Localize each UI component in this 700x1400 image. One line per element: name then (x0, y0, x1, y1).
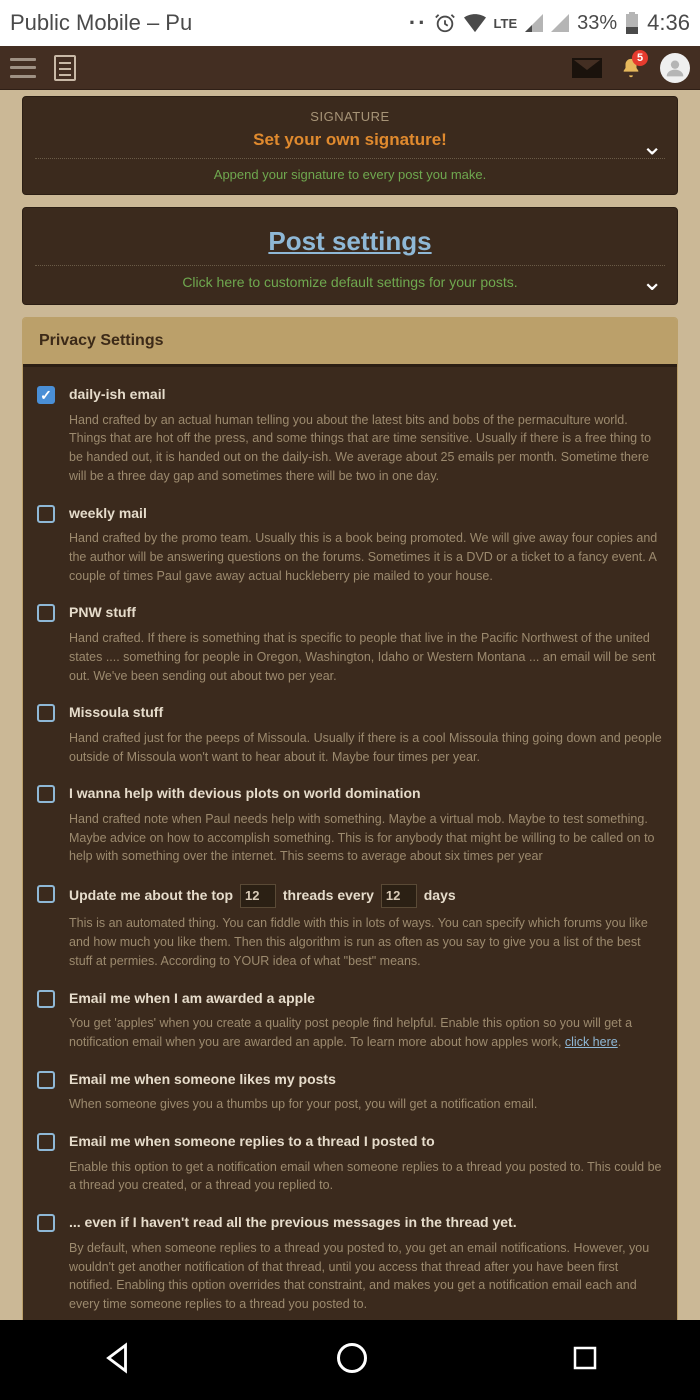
checkbox[interactable] (37, 1133, 55, 1151)
app-header: 5 (0, 46, 700, 90)
checkbox[interactable] (37, 785, 55, 803)
privacy-option: Email me when someone likes my posts When… (37, 1070, 663, 1114)
checkbox[interactable] (37, 990, 55, 1008)
signal-icon-2 (551, 14, 569, 32)
android-status-bar: Public Mobile – Pu ·· LTE 33% 4:36 (0, 0, 700, 46)
privacy-option: daily-ish email Hand crafted by an actual… (37, 385, 663, 486)
avatar[interactable] (660, 53, 690, 83)
privacy-option: Email me when someone replies to a threa… (37, 1132, 663, 1195)
threads-days-input[interactable]: 12 (381, 884, 417, 908)
option-title: I wanna help with devious plots on world… (69, 784, 663, 804)
signature-panel[interactable]: SIGNATURE Set your own signature! Append… (22, 96, 678, 195)
checkbox[interactable] (37, 704, 55, 722)
option-title: Update me about the top 12 threads every… (69, 884, 663, 908)
menu-icon[interactable] (10, 58, 36, 78)
battery-label: 33% (577, 12, 617, 35)
option-title: Email me when someone likes my posts (69, 1070, 663, 1090)
nav-recent-button[interactable] (570, 1343, 600, 1378)
option-desc: This is an automated thing. You can fidd… (69, 914, 663, 970)
page-viewport: SIGNATURE Set your own signature! Append… (0, 90, 700, 1320)
option-desc: When someone gives you a thumbs up for y… (69, 1095, 663, 1114)
signature-heading: SIGNATURE (37, 109, 663, 124)
privacy-option: weekly mail Hand crafted by the promo tea… (37, 504, 663, 586)
alarm-icon (434, 12, 456, 34)
privacy-section: Privacy Settings daily-ish email Hand cra… (22, 317, 678, 1320)
nav-back-button[interactable] (100, 1341, 134, 1380)
network-label: LTE (494, 16, 518, 31)
tab-overflow-icon: ·· (403, 10, 434, 36)
option-desc: Hand crafted. If there is something that… (69, 629, 663, 685)
signal-icon-1 (525, 14, 543, 32)
privacy-header: Privacy Settings (23, 318, 677, 364)
checkbox[interactable] (37, 386, 55, 404)
post-settings-help: Click here to customize default settings… (37, 274, 663, 290)
option-title: ... even if I haven't read all the previ… (69, 1213, 663, 1233)
notifications-icon[interactable]: 5 (620, 56, 642, 80)
mail-icon[interactable] (572, 58, 602, 78)
post-settings-panel[interactable]: Post settings Click here to customize de… (22, 207, 678, 305)
option-title: Email me when I am awarded a apple (69, 989, 663, 1009)
option-desc: Enable this option to get a notification… (69, 1158, 663, 1196)
top-threads-input[interactable]: 12 (240, 884, 276, 908)
post-settings-link[interactable]: Post settings (37, 226, 663, 257)
nav-home-button[interactable] (334, 1340, 370, 1381)
option-title: Missoula stuff (69, 703, 663, 723)
status-icons: LTE 33% 4:36 (434, 10, 690, 36)
checkbox[interactable] (37, 1071, 55, 1089)
signature-link[interactable]: Set your own signature! (37, 130, 663, 150)
privacy-option: ... even if I haven't read all the previ… (37, 1213, 663, 1314)
chevron-down-icon[interactable]: ⌄ (641, 266, 663, 297)
signature-help: Append your signature to every post you … (37, 167, 663, 182)
privacy-option: Update me about the top 12 threads every… (37, 884, 663, 970)
option-desc: Hand crafted just for the peeps of Misso… (69, 729, 663, 767)
option-title: weekly mail (69, 504, 663, 524)
checkbox[interactable] (37, 885, 55, 903)
privacy-option: I wanna help with devious plots on world… (37, 784, 663, 866)
privacy-option: Missoula stuff Hand crafted just for the … (37, 703, 663, 766)
privacy-option: Email me when I am awarded a apple You ge… (37, 989, 663, 1052)
option-title: Email me when someone replies to a threa… (69, 1132, 663, 1152)
option-desc: Hand crafted by an actual human telling … (69, 411, 663, 486)
option-desc: By default, when someone replies to a th… (69, 1239, 663, 1314)
checkbox[interactable] (37, 604, 55, 622)
chevron-down-icon[interactable]: ⌄ (641, 130, 663, 161)
notification-badge: 5 (632, 50, 648, 66)
browser-tab-title: Public Mobile – Pu (10, 10, 403, 36)
option-title: PNW stuff (69, 603, 663, 623)
checkbox[interactable] (37, 1214, 55, 1232)
option-desc: Hand crafted by the promo team. Usually … (69, 529, 663, 585)
wifi-icon (464, 13, 486, 33)
option-title: daily-ish email (69, 385, 663, 405)
learn-more-link[interactable]: click here (565, 1035, 618, 1049)
privacy-option: PNW stuff Hand crafted. If there is somet… (37, 603, 663, 685)
battery-icon (625, 12, 639, 34)
option-desc: Hand crafted note when Paul needs help w… (69, 810, 663, 866)
checkbox[interactable] (37, 505, 55, 523)
android-nav-bar (0, 1320, 700, 1400)
clock-label: 4:36 (647, 10, 690, 36)
feed-icon[interactable] (54, 55, 76, 81)
option-desc: You get 'apples' when you create a quali… (69, 1014, 663, 1052)
